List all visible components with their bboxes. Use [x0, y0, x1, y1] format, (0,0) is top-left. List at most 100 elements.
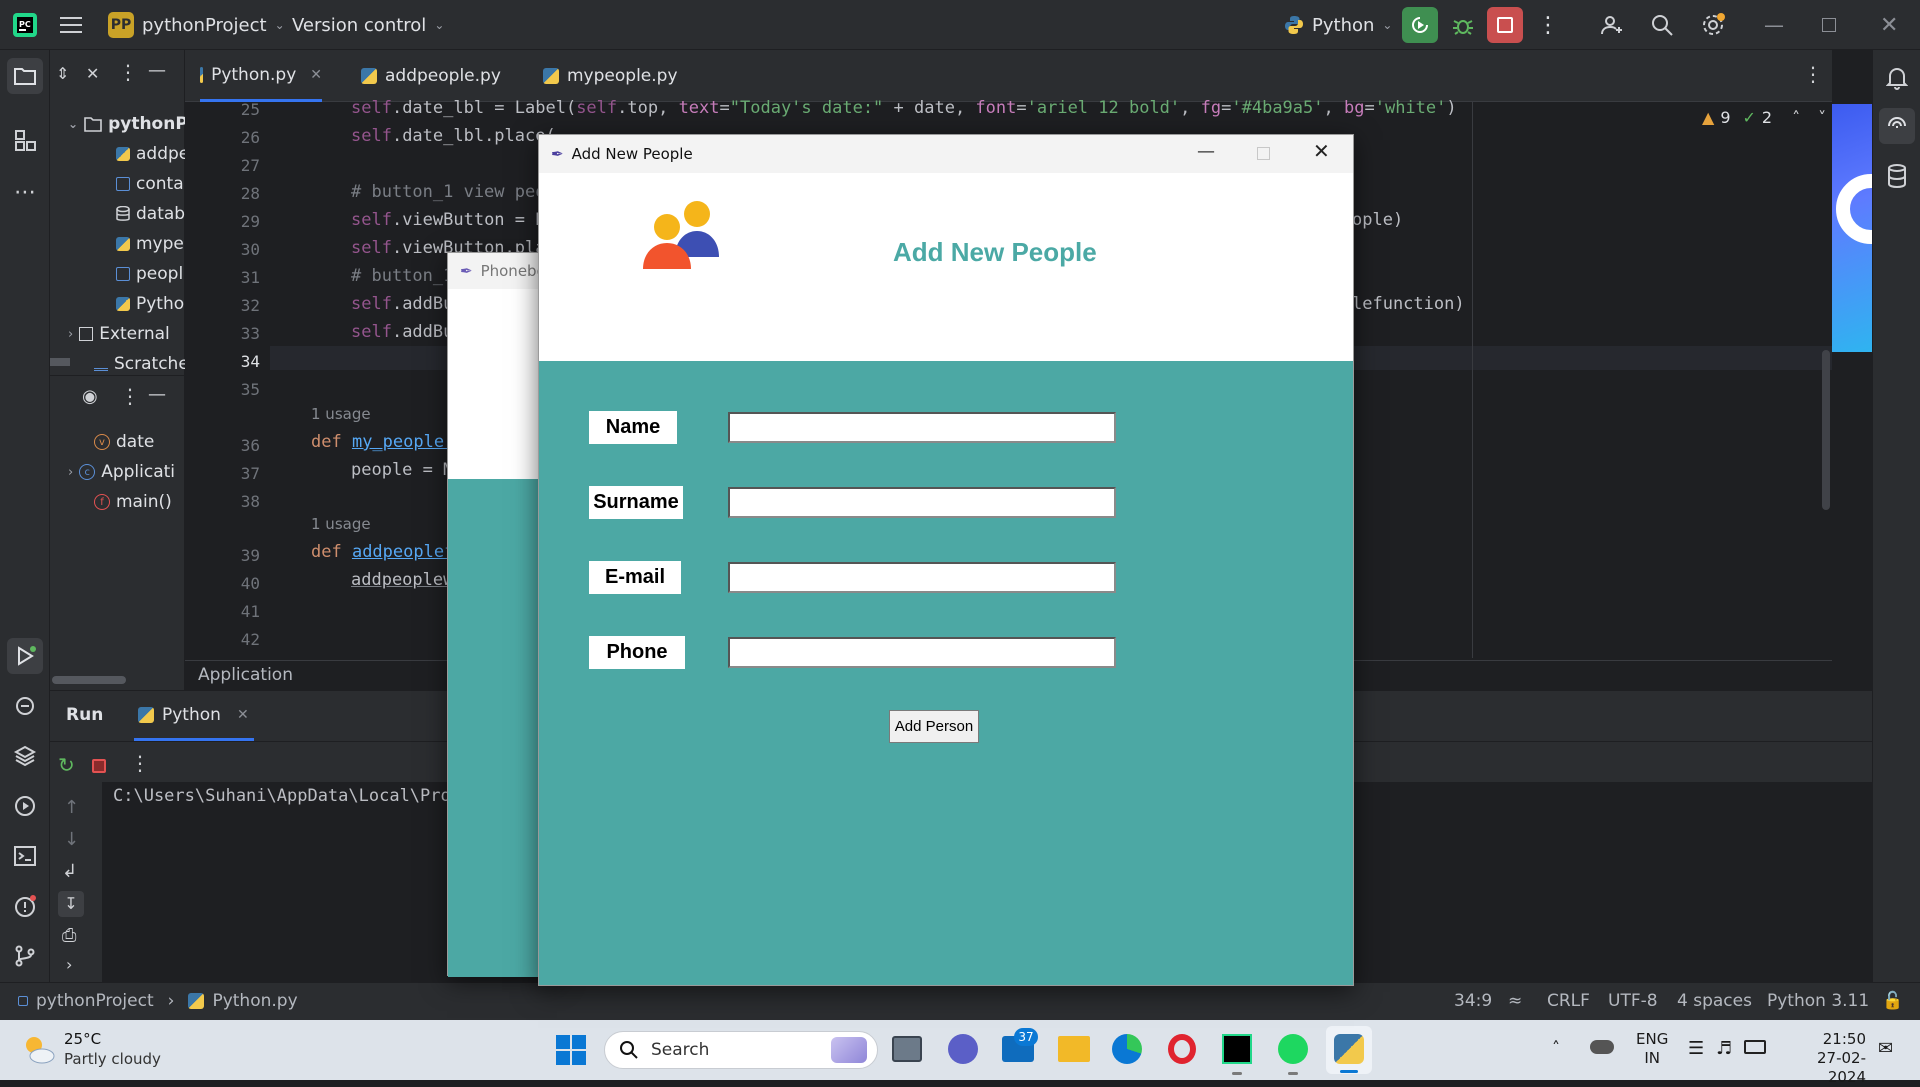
- services-icon[interactable]: [7, 788, 43, 824]
- structure-icon[interactable]: [7, 122, 43, 158]
- restore-window-icon[interactable]: [1822, 0, 1836, 50]
- taskbar-search-box[interactable]: Search: [604, 1031, 878, 1069]
- status-line-separator[interactable]: CRLF: [1547, 991, 1590, 1011]
- eye-icon[interactable]: ◉: [82, 386, 98, 407]
- add-user-icon[interactable]: [1600, 0, 1624, 50]
- battery-icon[interactable]: [1744, 1040, 1766, 1054]
- lock-icon[interactable]: 🔓: [1882, 991, 1903, 1011]
- add-new-people-window[interactable]: ✒ Add New People — ✕ Add New People Name…: [538, 134, 1354, 986]
- main-menu-icon[interactable]: [60, 0, 82, 50]
- project-folder-icon[interactable]: [7, 58, 43, 94]
- more-tools-icon[interactable]: ⋯: [7, 174, 43, 210]
- scroll-to-end-icon[interactable]: ↧: [58, 891, 84, 917]
- chevron-up-icon[interactable]: ˄: [1792, 108, 1800, 127]
- status-indent[interactable]: 4 spaces: [1677, 991, 1752, 1011]
- close-tab-icon[interactable]: ✕: [310, 67, 322, 83]
- edge-browser-icon[interactable]: [1112, 1034, 1142, 1064]
- windows-start-icon[interactable]: [556, 1035, 586, 1065]
- stop-icon[interactable]: [92, 759, 106, 773]
- tab-python-py[interactable]: Python.py ✕: [200, 50, 322, 102]
- chevron-right-icon[interactable]: ›: [66, 955, 72, 974]
- collapse-all-icon[interactable]: ✕: [86, 64, 99, 83]
- tree-file-people-image[interactable]: peopl: [116, 260, 183, 288]
- print-icon[interactable]: ⎙: [62, 925, 76, 946]
- structure-item-date[interactable]: v date: [94, 428, 154, 456]
- tab-addpeople-py[interactable]: addpeople.py: [361, 50, 501, 102]
- expand-all-icon[interactable]: ⇕: [56, 64, 69, 83]
- close-icon[interactable]: ✕: [1313, 139, 1330, 163]
- tree-file-mypeople[interactable]: mype: [116, 230, 184, 258]
- task-view-icon[interactable]: [892, 1036, 922, 1062]
- pycharm-taskbar-icon[interactable]: [1222, 1034, 1252, 1064]
- notification-bell-icon[interactable]: ✉: [1878, 1038, 1893, 1059]
- version-control-menu[interactable]: Version control ⌄: [292, 0, 444, 50]
- wifi-icon[interactable]: ☰: [1688, 1038, 1704, 1059]
- project-switcher[interactable]: PP pythonProject ⌄: [108, 0, 285, 50]
- minimize-icon[interactable]: —: [1197, 141, 1215, 162]
- file-explorer-icon[interactable]: [1058, 1036, 1090, 1062]
- structure-options-icon[interactable]: ⋮: [120, 384, 140, 408]
- volume-icon[interactable]: ♬: [1716, 1038, 1732, 1059]
- editor-scrollbar[interactable]: [1822, 350, 1830, 510]
- arrow-down-icon[interactable]: ↓: [64, 829, 79, 850]
- add-person-button[interactable]: Add Person: [889, 710, 979, 743]
- arrow-up-icon[interactable]: ↑: [64, 797, 79, 818]
- tree-file-contacts[interactable]: conta: [116, 170, 184, 198]
- close-tab-icon[interactable]: ✕: [237, 707, 249, 723]
- minimize-window-icon[interactable]: —: [1764, 0, 1784, 50]
- hide-panel-icon[interactable]: —: [148, 60, 166, 81]
- search-icon[interactable]: [1650, 0, 1674, 50]
- more-actions-icon[interactable]: ⋮: [1537, 0, 1559, 50]
- clock[interactable]: 21:50 27-02-2024: [1786, 1030, 1866, 1087]
- status-project[interactable]: pythonProject: [36, 991, 154, 1011]
- python-app-taskbar-button[interactable]: [1326, 1026, 1372, 1074]
- tree-root-folder[interactable]: ⌄ pythonP: [68, 110, 188, 138]
- no-inspections-icon[interactable]: ≈: [1508, 991, 1522, 1011]
- tree-file-database[interactable]: datab: [116, 200, 185, 228]
- status-file[interactable]: Python.py: [212, 991, 297, 1011]
- show-hidden-icons-chevron-icon[interactable]: ˄: [1552, 1038, 1560, 1057]
- usage-hint[interactable]: 1 usage: [311, 515, 371, 533]
- rerun-icon[interactable]: ↻: [58, 753, 75, 777]
- phone-input[interactable]: [728, 637, 1116, 668]
- tree-file-addpeople[interactable]: addpe: [116, 140, 189, 168]
- chevron-down-icon[interactable]: ˅: [1818, 108, 1826, 127]
- debug-button[interactable]: [1450, 0, 1476, 50]
- close-window-icon[interactable]: ✕: [1880, 0, 1898, 50]
- panel-scrollbar[interactable]: [50, 358, 70, 366]
- run-options-icon[interactable]: ⋮: [130, 751, 150, 775]
- options-icon[interactable]: ⋮: [118, 60, 138, 84]
- settings-gear-icon[interactable]: [1700, 0, 1726, 50]
- opera-browser-icon[interactable]: [1168, 1034, 1196, 1064]
- run-tool-icon[interactable]: [7, 638, 43, 674]
- soft-wrap-icon[interactable]: ↲: [62, 861, 77, 882]
- status-encoding[interactable]: UTF-8: [1608, 991, 1658, 1011]
- inspection-widget[interactable]: ▲ 9 ✓ 2 ˄ ˅: [1702, 108, 1826, 127]
- teams-chat-icon[interactable]: [948, 1034, 978, 1064]
- add-window-title-bar[interactable]: ✒ Add New People: [539, 135, 1353, 173]
- run-config-selector[interactable]: Python ⌄: [1284, 0, 1392, 50]
- breadcrumb-item[interactable]: Application: [198, 665, 293, 685]
- python-packages-icon[interactable]: [7, 738, 43, 774]
- surname-input[interactable]: [728, 487, 1116, 518]
- language-indicator[interactable]: ENG IN: [1636, 1030, 1668, 1068]
- problems-icon[interactable]: [7, 888, 43, 924]
- python-console-icon[interactable]: [7, 688, 43, 724]
- terminal-icon[interactable]: [7, 838, 43, 874]
- status-caret-position[interactable]: 34:9: [1454, 991, 1492, 1011]
- tree-external-libraries[interactable]: › External: [68, 320, 170, 348]
- run-tab-python[interactable]: Python ✕: [134, 691, 254, 741]
- ai-assistant-icon[interactable]: [1879, 108, 1915, 144]
- stop-button[interactable]: [1487, 7, 1523, 43]
- name-input[interactable]: [728, 412, 1116, 443]
- tab-mypeople-py[interactable]: mypeople.py: [543, 50, 678, 102]
- usage-hint[interactable]: 1 usage: [311, 405, 371, 423]
- status-interpreter[interactable]: Python 3.11: [1767, 991, 1869, 1011]
- onedrive-cloud-icon[interactable]: [1590, 1040, 1614, 1054]
- spotify-icon[interactable]: [1278, 1034, 1308, 1064]
- structure-item-main[interactable]: f main(): [94, 488, 172, 516]
- email-input[interactable]: [728, 562, 1116, 593]
- weather-partly-cloudy-icon[interactable]: [20, 1032, 56, 1066]
- hide-structure-icon[interactable]: —: [148, 384, 166, 405]
- pycharm-logo-icon[interactable]: PC: [12, 0, 38, 50]
